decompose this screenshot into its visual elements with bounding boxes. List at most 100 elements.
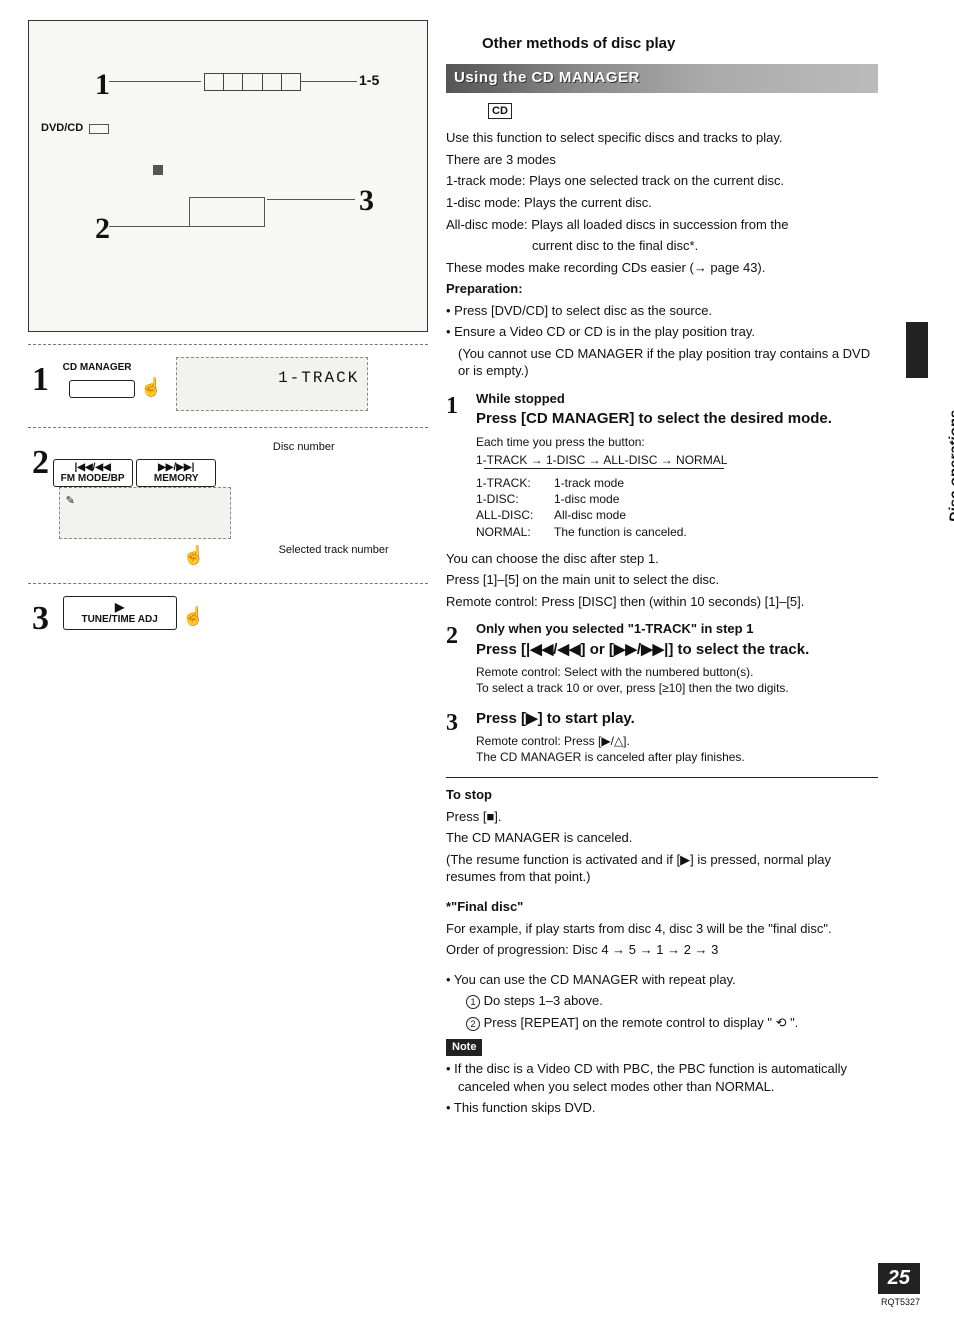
display-text: 1-TRACK bbox=[278, 368, 359, 390]
skip-forward-button-icon: ▶▶/▶▶| MEMORY bbox=[136, 459, 216, 487]
press-finger-icon: ☝ bbox=[183, 543, 205, 567]
press-finger-icon: ☝ bbox=[182, 604, 204, 628]
step-number: 2 bbox=[446, 620, 466, 696]
section-marker bbox=[906, 322, 928, 378]
mode-val: 1-track mode bbox=[554, 475, 624, 491]
mode-desc-1disc: 1-disc mode: Plays the current disc. bbox=[446, 194, 878, 212]
cd-manager-label: CD MANAGER bbox=[63, 362, 132, 373]
stop-line: The CD MANAGER is canceled. bbox=[446, 829, 878, 847]
instruction-step-2: 2 Only when you selected "1-TRACK" in st… bbox=[446, 620, 878, 696]
after-step1-line: Remote control: Press [DISC] then (withi… bbox=[446, 593, 878, 611]
doc-code: RQT5327 bbox=[878, 1296, 920, 1308]
cd-badge: CD bbox=[488, 103, 512, 120]
callout-1: 1 bbox=[95, 65, 110, 106]
step-headline: Press [|◀◀/◀◀] or [▶▶/▶▶|] to select the… bbox=[476, 640, 878, 660]
disc-number-display: ✎ bbox=[59, 487, 231, 539]
step-lead: Only when you selected "1-TRACK" in step… bbox=[476, 620, 878, 638]
skip-back-button-icon: |◀◀/◀◀ FM MODE/BP bbox=[53, 459, 133, 487]
callout-2: 2 bbox=[95, 209, 110, 250]
play-button-icon: ▶ TUNE/TIME ADJ bbox=[63, 596, 177, 630]
disc-slots-icon bbox=[204, 73, 301, 91]
leader-line bbox=[267, 199, 355, 200]
prep-bullet: • Press [DVD/CD] to select disc as the s… bbox=[446, 302, 878, 320]
page-number-block: 25 RQT5327 bbox=[878, 1263, 920, 1308]
step-circle-icon: 1 bbox=[466, 995, 480, 1009]
note-bullet: • This function skips DVD. bbox=[446, 1099, 878, 1117]
step-headline: Press [▶] to start play. bbox=[476, 709, 878, 729]
final-disc-heading: *"Final disc" bbox=[446, 898, 878, 916]
mode-key: 1-DISC: bbox=[476, 491, 554, 507]
mode-key: 1-TRACK: bbox=[476, 475, 554, 491]
step-number: 1 bbox=[446, 390, 466, 540]
step-number: 3 bbox=[446, 707, 466, 766]
device-diagram: 1 2 3 DVD/CD 1-5 bbox=[28, 20, 428, 332]
left-step-3: 3 ▶ TUNE/TIME ADJ ☝ bbox=[28, 583, 428, 658]
mode-desc-alldisc-a: All-disc mode: Plays all loaded discs in… bbox=[446, 216, 878, 234]
instruction-step-1: 1 While stopped Press [CD MANAGER] to se… bbox=[446, 390, 878, 540]
dvdcd-label: DVD/CD bbox=[41, 121, 83, 136]
final-disc-line: For example, if play starts from disc 4,… bbox=[446, 920, 878, 938]
after-step1-line: Press [1]–[5] on the main unit to select… bbox=[446, 571, 878, 589]
note-bullet: • If the disc is a Video CD with PBC, th… bbox=[446, 1060, 878, 1095]
left-column: 1 2 3 DVD/CD 1-5 1 CD MANAGER ☝ bbox=[28, 20, 428, 1121]
preparation-heading: Preparation: bbox=[446, 280, 878, 298]
stop-button-icon bbox=[153, 165, 163, 175]
tune-time-label: TUNE/TIME ADJ bbox=[81, 614, 157, 625]
stop-line: (The resume function is activated and if… bbox=[446, 851, 878, 886]
mode-table: 1-TRACK:1-track mode 1-DISC:1-disc mode … bbox=[476, 475, 878, 540]
dvdcd-button-icon bbox=[89, 124, 109, 134]
prep-note: (You cannot use CD MANAGER if the play p… bbox=[446, 345, 878, 380]
mode-val: The function is canceled. bbox=[554, 524, 687, 540]
step3-number: 3 bbox=[32, 596, 49, 642]
final-disc-line: Order of progression: Disc 4 → 5 → 1 → 2… bbox=[446, 941, 878, 959]
page-number: 25 bbox=[878, 1263, 920, 1294]
prep-bullet: • Ensure a Video CD or CD is in the play… bbox=[446, 323, 878, 341]
repeat-step: Do steps 1–3 above. bbox=[484, 993, 603, 1008]
press-finger-icon: ☝ bbox=[140, 375, 162, 399]
instruction-step-3: 3 Press [▶] to start play. Remote contro… bbox=[446, 707, 878, 766]
intro-line: There are 3 modes bbox=[446, 151, 878, 169]
note-badge: Note bbox=[446, 1039, 482, 1056]
divider bbox=[446, 777, 878, 778]
mode-cycle: 1-TRACK → 1-DISC → ALL-DISC → NORMAL bbox=[476, 452, 878, 468]
after-step1-line: You can choose the disc after step 1. bbox=[446, 550, 878, 568]
step-sub: Remote control: Select with the numbered… bbox=[476, 664, 878, 680]
mode-key: NORMAL: bbox=[476, 524, 554, 540]
mode-val: 1-disc mode bbox=[554, 491, 619, 507]
slots-1-5-label: 1-5 bbox=[359, 71, 379, 90]
mode-desc-alldisc-b: current disc to the final disc*. bbox=[446, 237, 878, 255]
step-headline: Press [CD MANAGER] to select the desired… bbox=[476, 409, 878, 429]
mode-val: All-disc mode bbox=[554, 507, 626, 523]
step-sub: Remote control: Press [▶/△]. bbox=[476, 733, 878, 749]
side-tab-text: Disc operations bbox=[947, 410, 954, 523]
play-symbol: ▶ bbox=[115, 600, 124, 614]
right-column: Other methods of disc play Using the CD … bbox=[446, 20, 926, 1121]
step1-number: 1 bbox=[32, 357, 49, 403]
intro-line: Use this function to select specific dis… bbox=[446, 129, 878, 147]
step-sub: Each time you press the button: bbox=[476, 434, 878, 450]
skip-back-sublabel: FM MODE/BP bbox=[61, 473, 125, 484]
step2-number: 2 bbox=[32, 440, 49, 486]
step-sub: To select a track 10 or over, press [≥10… bbox=[476, 680, 878, 696]
to-stop-heading: To stop bbox=[446, 786, 878, 804]
step-circle-icon: 2 bbox=[466, 1017, 480, 1031]
step-lead: While stopped bbox=[476, 390, 878, 408]
tray-icon bbox=[189, 197, 265, 227]
leader-line bbox=[301, 81, 357, 82]
side-tab: Disc operations bbox=[946, 410, 954, 523]
display-panel: 1-TRACK bbox=[176, 357, 368, 411]
skip-fwd-sublabel: MEMORY bbox=[154, 473, 199, 484]
disc-number-caption: Disc number bbox=[53, 440, 393, 455]
mode-key: ALL-DISC: bbox=[476, 507, 554, 523]
section-banner: Using the CD MANAGER bbox=[446, 64, 878, 92]
step-sub: The CD MANAGER is canceled after play fi… bbox=[476, 749, 878, 765]
skip-back-symbols: |◀◀/◀◀ bbox=[74, 462, 110, 473]
repeat-step: Press [REPEAT] on the remote control to … bbox=[484, 1015, 799, 1030]
selected-track-caption: Selected track number bbox=[279, 543, 389, 558]
leader-line bbox=[109, 81, 201, 82]
mode-desc-1track: 1-track mode: Plays one selected track o… bbox=[446, 172, 878, 190]
stop-line: Press [■]. bbox=[446, 808, 878, 826]
left-step-1: 1 CD MANAGER ☝ 1-TRACK bbox=[28, 344, 428, 427]
skip-fwd-symbols: ▶▶/▶▶| bbox=[158, 462, 194, 473]
cd-manager-button-icon bbox=[69, 380, 135, 398]
